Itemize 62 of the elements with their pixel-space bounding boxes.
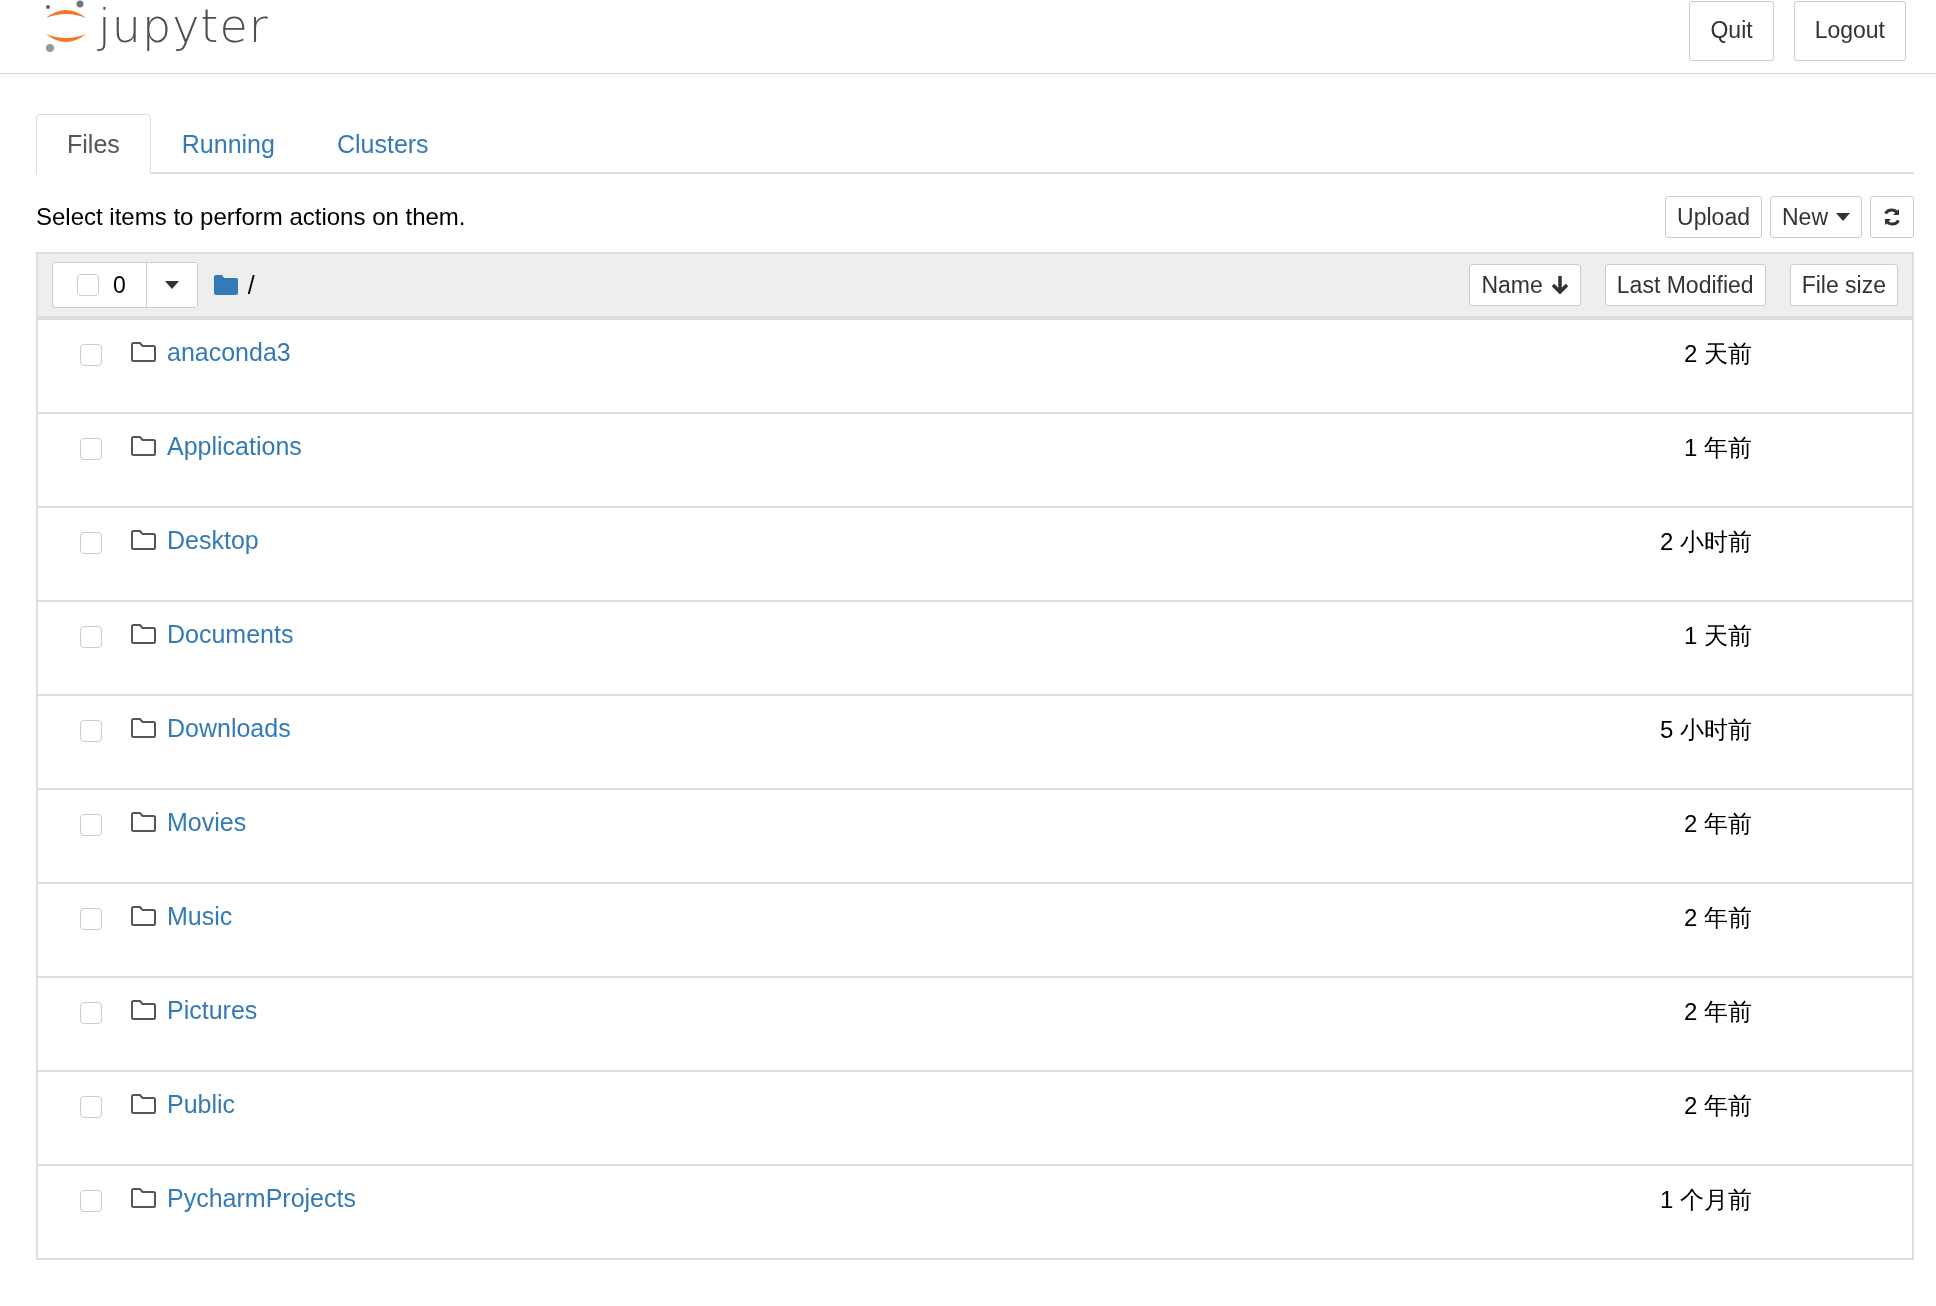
select-all-control[interactable]: 0 (52, 262, 198, 308)
folder-link[interactable]: PycharmProjects (167, 1184, 356, 1213)
modified-time: 5 小时前 (1660, 715, 1752, 745)
new-button[interactable]: New (1770, 196, 1862, 238)
upload-button[interactable]: Upload (1665, 196, 1762, 238)
row-checkbox[interactable] (80, 532, 102, 554)
folder-link[interactable]: Music (167, 902, 233, 931)
folder-icon (130, 435, 157, 457)
modified-time: 1 个月前 (1660, 1185, 1752, 1215)
folder-icon (130, 529, 157, 551)
tab[interactable]: Running (150, 114, 306, 174)
tab[interactable]: Clusters (305, 114, 460, 174)
sort-button[interactable]: Name (1469, 264, 1581, 306)
row-checkbox[interactable] (80, 1190, 102, 1212)
folder-icon (130, 999, 157, 1021)
folder-icon (130, 623, 157, 645)
modified-time: 2 年前 (1684, 903, 1752, 933)
folder-link[interactable]: Public (167, 1090, 236, 1119)
tab[interactable]: Files (36, 114, 151, 174)
modified-time: 1 年前 (1684, 433, 1752, 463)
folder-link[interactable]: Desktop (167, 526, 259, 555)
row-checkbox[interactable] (80, 344, 102, 366)
folder-icon (130, 1093, 157, 1115)
modified-time: 2 年前 (1684, 1091, 1752, 1121)
modified-time: 2 小时前 (1660, 527, 1752, 557)
folder-link[interactable]: Movies (167, 808, 247, 837)
modified-time: 1 天前 (1684, 621, 1752, 651)
folder-icon (213, 275, 238, 295)
row-checkbox[interactable] (80, 720, 102, 742)
row-checkbox[interactable] (80, 438, 102, 460)
folder-icon (130, 1187, 157, 1209)
folder-icon (130, 341, 157, 363)
header-button[interactable]: Quit (1689, 0, 1774, 61)
instruction-text: Select items to perform actions on them. (36, 203, 466, 231)
refresh-button[interactable] (1870, 196, 1914, 238)
folder-link[interactable]: Downloads (167, 714, 291, 743)
row-checkbox[interactable] (80, 1096, 102, 1118)
folder-icon (130, 811, 157, 833)
folder-link[interactable]: Applications (167, 432, 302, 461)
down-arrow-icon (1550, 275, 1569, 295)
sort-button[interactable]: Last Modified (1604, 264, 1766, 306)
modified-time: 2 年前 (1684, 997, 1752, 1027)
folder-icon (130, 905, 157, 927)
sort-button[interactable]: File size (1789, 264, 1898, 306)
logo-text: jupyter (98, 0, 269, 53)
folder-link[interactable]: Documents (167, 620, 294, 649)
select-all-checkbox[interactable] (77, 274, 99, 296)
folder-icon (130, 717, 157, 739)
folder-link[interactable]: anaconda3 (167, 338, 291, 367)
refresh-icon (1882, 207, 1902, 227)
row-checkbox[interactable] (80, 1002, 102, 1024)
row-checkbox[interactable] (80, 814, 102, 836)
modified-time: 2 年前 (1684, 809, 1752, 839)
caret-icon (164, 281, 179, 289)
header-button[interactable]: Logout (1793, 0, 1906, 61)
modified-time: 2 天前 (1684, 339, 1752, 369)
selected-count: 0 (113, 271, 126, 299)
folder-link[interactable]: Pictures (167, 996, 258, 1025)
caret-icon (1836, 213, 1850, 221)
row-checkbox[interactable] (80, 626, 102, 648)
breadcrumb-link[interactable]: / (247, 270, 255, 300)
row-checkbox[interactable] (80, 908, 102, 930)
